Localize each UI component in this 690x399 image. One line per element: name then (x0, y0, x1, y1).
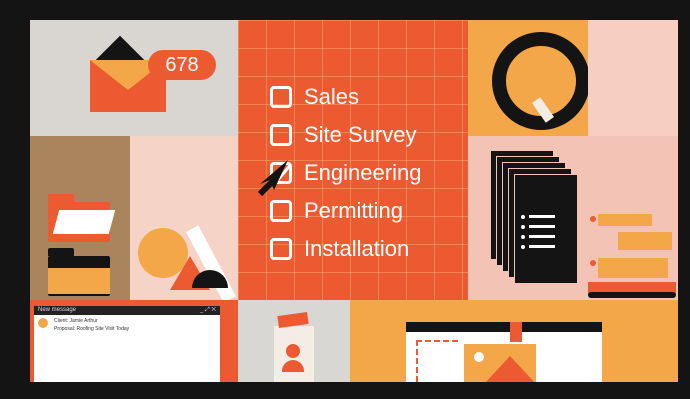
id-card-tile (238, 300, 350, 382)
checklist-item-label: Engineering (304, 160, 422, 185)
checklist-item-label: Permitting (304, 198, 404, 223)
bullet (521, 245, 525, 249)
crop-frame-icon (416, 340, 458, 382)
folder-tab (48, 194, 74, 202)
compose-title: New message (38, 307, 77, 313)
checklist-item-sales[interactable]: Sales (270, 78, 421, 116)
checklist-item-label: Site Survey (304, 122, 417, 147)
text-block (618, 232, 672, 250)
text-line (529, 215, 555, 218)
pink-tile (588, 20, 678, 136)
text-line (529, 225, 555, 228)
mountain-icon (484, 356, 536, 382)
image-icon (464, 344, 536, 382)
document-page (514, 174, 578, 284)
mouse-cursor-icon (257, 160, 288, 197)
image-window (406, 322, 602, 382)
document-stack-tile (468, 136, 678, 300)
checklist-item-installation[interactable]: Installation (270, 230, 421, 268)
window-controls-icon[interactable]: _ ⤢ ✕ (200, 306, 216, 315)
bullet (521, 225, 525, 229)
checklist-item-label: Installation (304, 236, 410, 261)
compose-tile: New message _ ⤢ ✕ Client: Jamie Arthur P… (30, 300, 238, 382)
sun-icon (474, 352, 484, 362)
bullet-dot (590, 260, 596, 266)
folders-tile (30, 136, 130, 300)
folder-tab (48, 248, 74, 256)
bookmark-icon (510, 322, 522, 342)
text-line (529, 235, 555, 238)
checkbox[interactable] (270, 238, 292, 260)
progress-bar (598, 214, 652, 226)
avatar (38, 318, 48, 328)
bullet (521, 215, 525, 219)
checkbox[interactable] (270, 86, 292, 108)
bullet-dot (590, 216, 596, 222)
divider-bar (588, 292, 676, 298)
compose-window[interactable]: New message _ ⤢ ✕ Client: Jamie Arthur P… (34, 306, 220, 382)
folder-front (48, 268, 110, 294)
collage-frame: 678 New message _ ⤢ ✕ Client: Jamie Arth… (30, 20, 678, 382)
shapes-tile (130, 136, 238, 300)
compose-to-field[interactable]: Client: Jamie Arthur (54, 318, 98, 324)
mail-tile: 678 (30, 20, 238, 136)
bullet (521, 235, 525, 239)
document-sheet-icon (52, 210, 116, 234)
person-head (286, 344, 300, 358)
id-badge-icon (274, 326, 314, 382)
project-checklist: Sales Site Survey Engineering Permitting… (270, 78, 421, 268)
compose-title-bar: New message _ ⤢ ✕ (34, 306, 220, 315)
text-block (598, 258, 668, 278)
unread-count-badge: 678 (148, 50, 216, 80)
text-line (529, 245, 555, 248)
window-title-bar (406, 322, 602, 332)
compose-subject-field[interactable]: Proposal: Roofing Site Visit Today (54, 326, 129, 332)
donut-chart-tile (468, 20, 588, 136)
checklist-item-engineering[interactable]: Engineering (270, 154, 421, 192)
checkbox[interactable] (270, 124, 292, 146)
checklist-item-site-survey[interactable]: Site Survey (270, 116, 421, 154)
person-body (282, 360, 304, 372)
checklist-item-label: Sales (304, 84, 360, 109)
photo-tile (350, 300, 678, 382)
checklist-item-permitting[interactable]: Permitting (270, 192, 421, 230)
checkbox[interactable] (270, 200, 292, 222)
